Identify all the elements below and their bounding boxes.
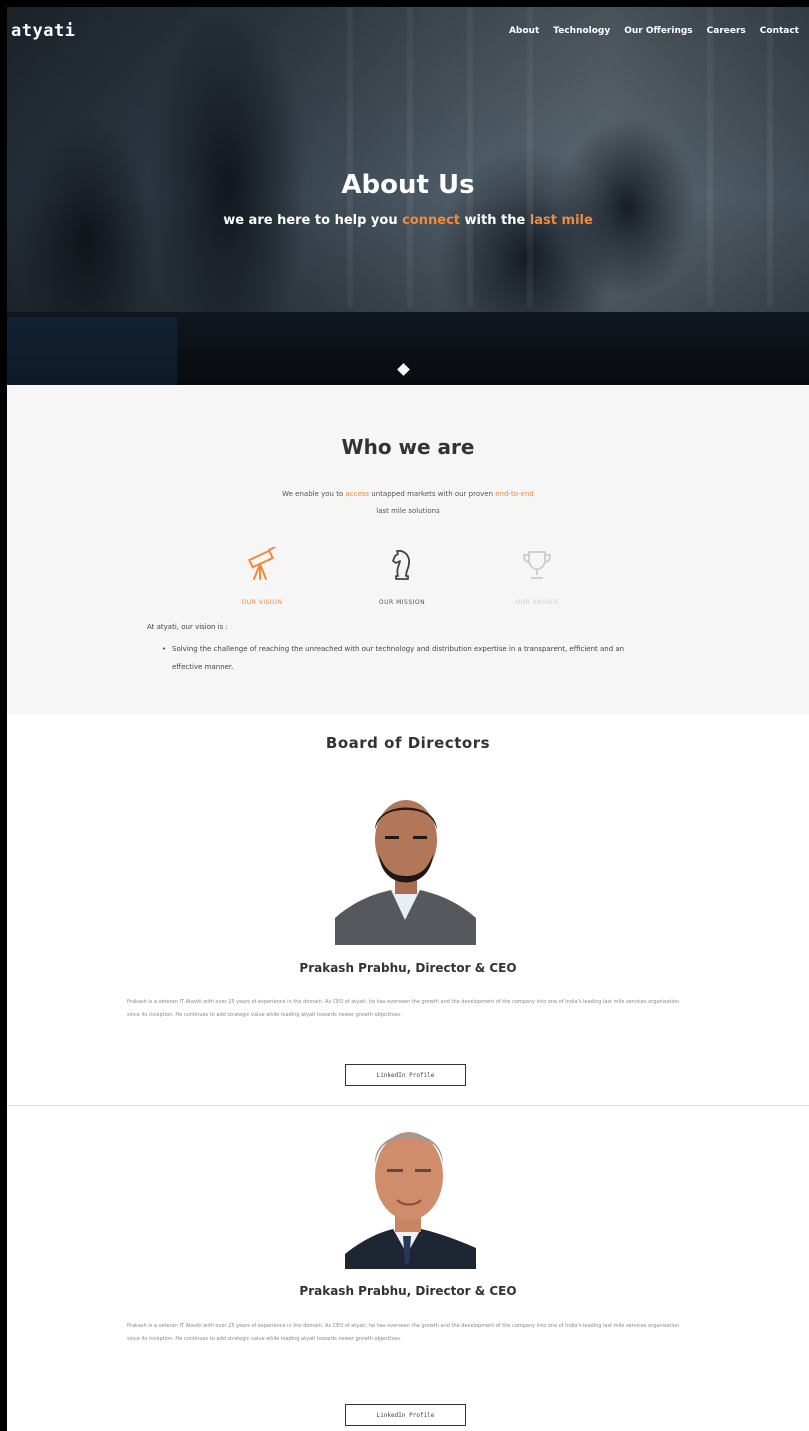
tab-our-values[interactable]: OUR VALUES	[482, 545, 592, 606]
linkedin-profile-button[interactable]: LinkedIn Profile	[345, 1064, 466, 1086]
nav-contact[interactable]: Contact	[760, 26, 799, 36]
director-bio: Prakash is a veteran IT Ataviti with ove…	[127, 999, 680, 1018]
telescope-icon	[207, 545, 317, 585]
chess-knight-icon	[347, 545, 457, 585]
list-item: Solving the challenge of reaching the un…	[162, 640, 642, 676]
vision-list: Solving the challenge of reaching the un…	[162, 640, 642, 676]
board-title: Board of Directors	[325, 734, 491, 752]
main-nav: About Technology Our Offerings Careers C…	[509, 26, 799, 36]
trophy-icon	[482, 545, 592, 585]
who-text-highlight: end-to-end	[495, 490, 534, 498]
director-photo	[335, 1114, 476, 1269]
who-text-part: untapped markets with our proven	[369, 490, 496, 498]
section-title: Who we are	[341, 435, 475, 459]
director-name: Prakash Prabhu, Director & CEO	[299, 1284, 517, 1298]
hero-subtitle: we are here to help you connect with the…	[7, 213, 809, 228]
hero-subtitle-part: with the	[460, 213, 530, 228]
tab-label: OUR VALUES	[515, 599, 559, 606]
who-intro-line2: last mile solutions	[376, 507, 440, 515]
tab-label: OUR MISSION	[378, 599, 426, 606]
site-logo[interactable]: atyati	[11, 21, 75, 41]
tab-label: OUR VISION	[241, 599, 283, 606]
director-photo	[335, 790, 476, 945]
tab-our-mission[interactable]: OUR MISSION	[347, 545, 457, 606]
hero-subtitle-highlight: connect	[402, 213, 460, 228]
nav-our-offerings[interactable]: Our Offerings	[624, 26, 692, 36]
hero-subtitle-highlight: last mile	[529, 213, 593, 228]
who-intro: We enable you to access untapped markets…	[7, 486, 809, 520]
tab-our-vision[interactable]: OUR VISION	[207, 545, 317, 606]
section-divider	[7, 1105, 809, 1106]
hero-subtitle-part: we are here to help you	[223, 213, 403, 228]
who-intro-line1: We enable you to access untapped markets…	[7, 486, 809, 503]
who-we-are-section: Who we are We enable you to access untap…	[7, 385, 809, 714]
nav-technology[interactable]: Technology	[553, 26, 610, 36]
vision-intro: At atyati, our vision is :	[147, 623, 228, 631]
linkedin-profile-button[interactable]: LinkedIn Profile	[345, 1404, 466, 1426]
hero-banner: atyati About Technology Our Offerings Ca…	[7, 7, 809, 385]
nav-about[interactable]: About	[509, 26, 539, 36]
director-name: Prakash Prabhu, Director & CEO	[299, 961, 517, 975]
hero-title: About Us	[341, 170, 475, 200]
who-text-part: We enable you to	[282, 490, 346, 498]
who-text-highlight: access	[345, 490, 370, 498]
page: atyati About Technology Our Offerings Ca…	[7, 7, 809, 1431]
director-bio: Prakash is a veteran IT Ataviti with ove…	[127, 1323, 680, 1342]
nav-careers[interactable]: Careers	[707, 26, 746, 36]
